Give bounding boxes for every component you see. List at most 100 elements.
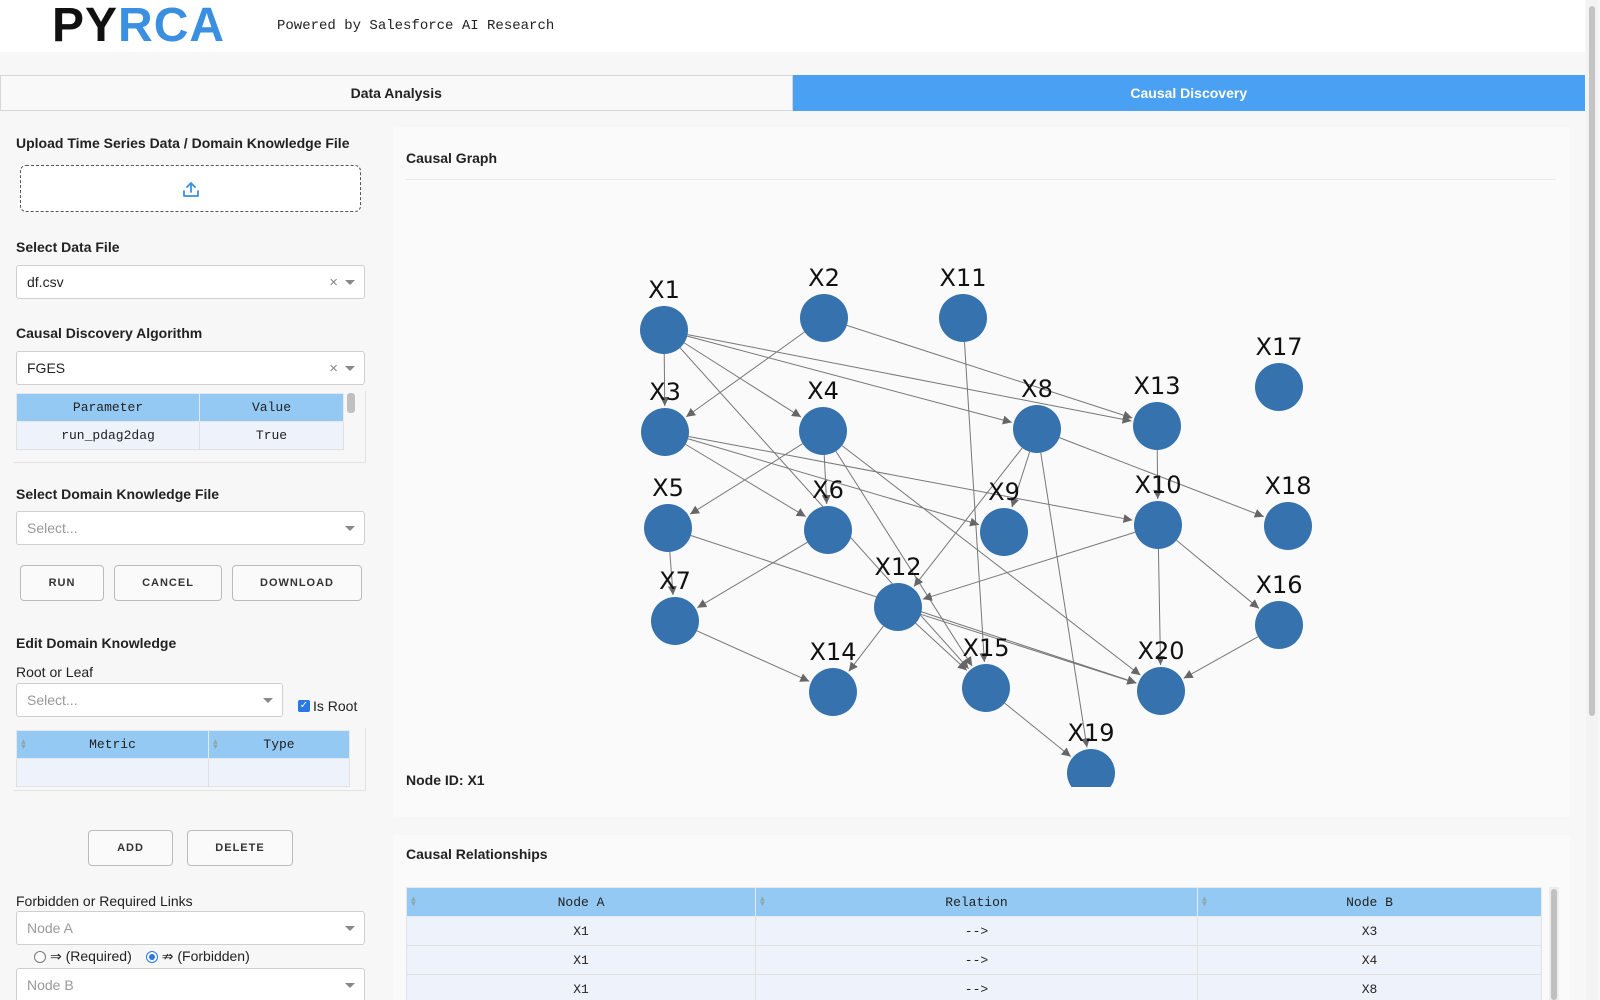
node-a-cell[interactable]: X1: [406, 945, 756, 975]
required-radio[interactable]: [34, 950, 46, 963]
node-b-header[interactable]: ▲ ▼ Node B: [1197, 887, 1542, 917]
delete-button[interactable]: DELETE: [187, 830, 293, 866]
graph-node-x1[interactable]: X1: [640, 276, 688, 354]
node-circle[interactable]: [799, 407, 847, 455]
tab-causal-discovery[interactable]: Causal Discovery: [792, 75, 1585, 111]
graph-node-x14[interactable]: X14: [809, 638, 857, 716]
sort-icon[interactable]: ▲ ▼: [1202, 896, 1207, 909]
chevron-down-icon[interactable]: [345, 280, 355, 285]
sort-icon[interactable]: ▲ ▼: [760, 896, 765, 909]
node-circle[interactable]: [1137, 667, 1185, 715]
node-circle[interactable]: [1133, 402, 1181, 450]
cancel-button[interactable]: CANCEL: [114, 565, 222, 601]
page-scrollbar-thumb[interactable]: [1589, 6, 1595, 716]
relation-cell[interactable]: -->: [755, 974, 1198, 1000]
edge-x7-x14: [696, 630, 810, 682]
node-circle[interactable]: [1013, 405, 1061, 453]
graph-node-x15[interactable]: X15: [962, 634, 1010, 712]
is-root-checkbox[interactable]: ✓ Is Root: [298, 698, 357, 714]
chevron-down-icon[interactable]: [345, 926, 355, 931]
add-button[interactable]: ADD: [88, 830, 173, 866]
chevron-down-icon[interactable]: [263, 698, 273, 703]
root-leaf-select[interactable]: Select...: [16, 683, 283, 717]
graph-node-x18[interactable]: X18: [1264, 472, 1312, 550]
upload-dropzone[interactable]: [20, 165, 361, 212]
sort-icon[interactable]: ▲ ▼: [411, 896, 416, 909]
graph-node-x10[interactable]: X10: [1134, 471, 1182, 549]
node-circle[interactable]: [1134, 501, 1182, 549]
node-circle[interactable]: [809, 668, 857, 716]
node-circle[interactable]: [939, 294, 987, 342]
relationships-scrollbar[interactable]: [1549, 887, 1559, 1000]
node-a-cell[interactable]: X1: [406, 974, 756, 1000]
graph-node-x8[interactable]: X8: [1013, 375, 1061, 453]
node-b-select[interactable]: Node B: [16, 968, 365, 1000]
metric-table-frame: [14, 728, 366, 791]
graph-node-x20[interactable]: X20: [1137, 637, 1185, 715]
param-name-cell[interactable]: run_pdag2dag: [16, 421, 200, 450]
graph-node-x11[interactable]: X11: [939, 264, 987, 342]
graph-node-x19[interactable]: X19: [1067, 719, 1115, 787]
run-button[interactable]: RUN: [20, 565, 104, 601]
node-circle[interactable]: [641, 408, 689, 456]
data-file-select[interactable]: df.csv ×: [16, 265, 365, 299]
clear-icon[interactable]: ×: [329, 274, 338, 291]
node-label: X6: [812, 476, 844, 504]
node-circle[interactable]: [1255, 601, 1303, 649]
relationships-scrollbar-thumb[interactable]: [1551, 889, 1557, 1000]
algorithm-select[interactable]: FGES ×: [16, 351, 365, 385]
forbidden-radio[interactable]: [145, 950, 158, 963]
node-circle[interactable]: [874, 583, 922, 631]
node-circle[interactable]: [804, 506, 852, 554]
node-circle[interactable]: [1067, 749, 1115, 787]
edge-x4-x5: [689, 443, 803, 515]
download-button[interactable]: DOWNLOAD: [232, 565, 362, 601]
table-row[interactable]: X1 --> X4: [406, 945, 1542, 975]
node-circle[interactable]: [640, 306, 688, 354]
graph-node-x17[interactable]: X17: [1255, 333, 1303, 411]
relation-cell[interactable]: -->: [755, 945, 1198, 975]
param-header-parameter: Parameter: [16, 393, 200, 422]
clear-icon[interactable]: ×: [329, 360, 338, 377]
param-table-scrollbar[interactable]: [347, 393, 355, 413]
graph-node-x9[interactable]: X9: [980, 478, 1028, 556]
node-circle[interactable]: [1264, 502, 1312, 550]
node-circle[interactable]: [644, 504, 692, 552]
node-a-cell[interactable]: X1: [406, 916, 756, 946]
node-circle[interactable]: [651, 597, 699, 645]
tab-data-analysis[interactable]: Data Analysis: [0, 75, 793, 111]
node-b-cell[interactable]: X4: [1197, 945, 1542, 975]
checkbox-checked-icon[interactable]: ✓: [298, 700, 310, 712]
graph-node-x4[interactable]: X4: [799, 377, 847, 455]
table-row[interactable]: X1 --> X8: [406, 974, 1542, 1000]
page-scrollbar[interactable]: [1586, 0, 1598, 1000]
graph-node-x3[interactable]: X3: [641, 378, 689, 456]
graph-node-x7[interactable]: X7: [651, 567, 699, 645]
graph-node-x6[interactable]: X6: [804, 476, 852, 554]
node-circle[interactable]: [962, 664, 1010, 712]
graph-node-x16[interactable]: X16: [1255, 571, 1303, 649]
table-row[interactable]: X1 --> X3: [406, 916, 1542, 946]
param-value-cell[interactable]: True: [199, 421, 344, 450]
causal-graph-canvas[interactable]: X1 X2 X11 X17 X3 X4 X8 X13 X5 X6 X9 X10 X18 X7 X12 X16 X…: [393, 187, 1570, 787]
node-a-select[interactable]: Node A: [16, 911, 365, 945]
divider: [406, 179, 1556, 180]
chevron-down-icon[interactable]: [345, 983, 355, 988]
node-label: X7: [659, 567, 691, 595]
left-control-panel: Upload Time Series Data / Domain Knowled…: [0, 125, 380, 1000]
chevron-down-icon[interactable]: [345, 366, 355, 371]
node-b-cell[interactable]: X8: [1197, 974, 1542, 1000]
node-circle[interactable]: [980, 508, 1028, 556]
graph-node-x5[interactable]: X5: [644, 474, 692, 552]
relation-cell[interactable]: -->: [755, 916, 1198, 946]
domain-file-select[interactable]: Select...: [16, 511, 365, 545]
node-circle[interactable]: [800, 294, 848, 342]
chevron-down-icon[interactable]: [345, 526, 355, 531]
graph-node-x13[interactable]: X13: [1133, 372, 1181, 450]
relation-header[interactable]: ▲ ▼ Relation: [755, 887, 1198, 917]
node-circle[interactable]: [1255, 363, 1303, 411]
graph-node-x12[interactable]: X12: [874, 553, 922, 631]
node-b-cell[interactable]: X3: [1197, 916, 1542, 946]
node-a-header[interactable]: ▲ ▼ Node A: [406, 887, 756, 917]
graph-node-x2[interactable]: X2: [800, 264, 848, 342]
